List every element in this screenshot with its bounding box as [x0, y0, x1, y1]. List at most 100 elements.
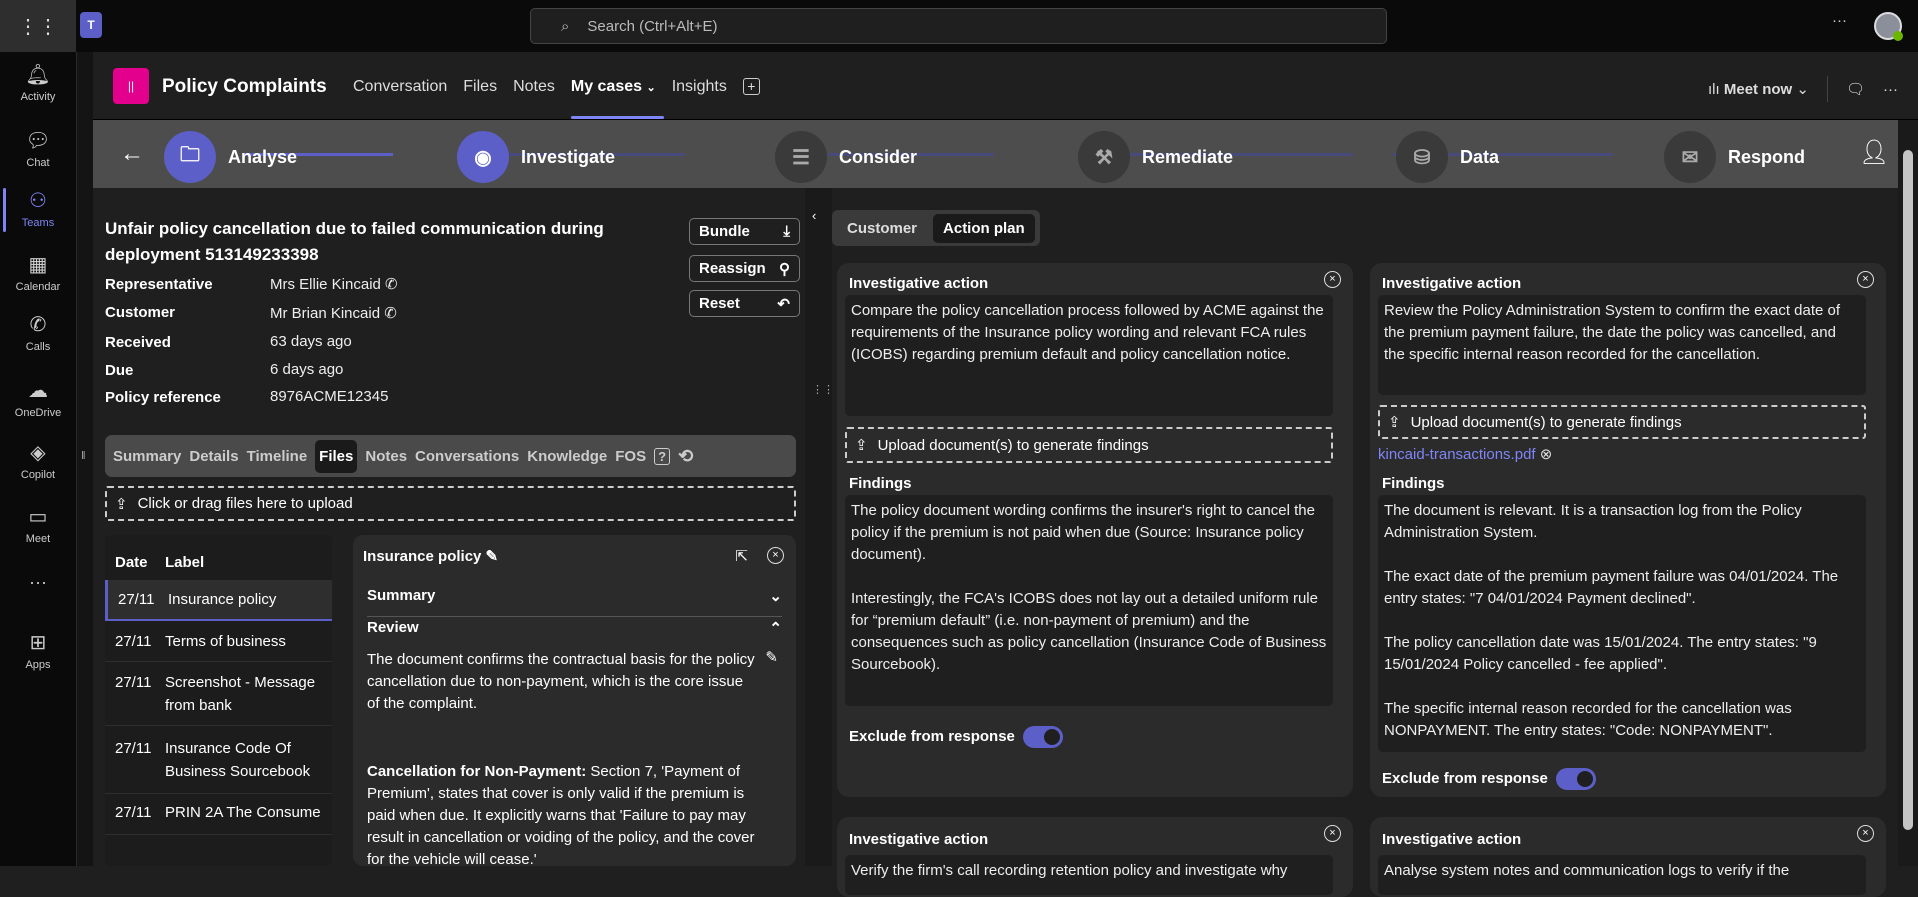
back-arrow-icon[interactable]: ← [120, 140, 144, 168]
scrollbar-thumb[interactable] [1903, 150, 1913, 830]
phone-icon[interactable]: ✆ [384, 305, 397, 322]
review-accordion[interactable]: Review ⌃ [367, 619, 782, 649]
step-analyse[interactable]: 🗀 Analyse [164, 131, 297, 183]
rail-calendar[interactable]: ▦ Calendar [0, 252, 76, 293]
upload-findings-button[interactable]: ⇪ Upload document(s) to generate findings [1378, 405, 1866, 439]
tab-fos[interactable]: FOS [615, 448, 646, 465]
remove-attachment-icon[interactable]: ⊗ [1540, 446, 1553, 463]
scrollbar[interactable] [1898, 120, 1918, 866]
action-card: Investigative action × Review the Policy… [1370, 263, 1886, 797]
file-row[interactable]: 27/11 Insurance policy [105, 580, 332, 621]
action-textarea[interactable]: Review the Policy Administration System … [1378, 295, 1866, 395]
case-title: Unfair policy cancellation due to failed… [105, 219, 604, 264]
findings-textarea[interactable]: The policy document wording confirms the… [845, 495, 1333, 706]
rail-copilot[interactable]: ◈ Copilot [0, 440, 76, 481]
tab-notes[interactable]: Notes [365, 448, 407, 465]
tab-conversations[interactable]: Conversations [415, 448, 519, 465]
received-value: 63 days ago [270, 333, 352, 350]
edit-icon[interactable]: ✎ [486, 548, 499, 565]
action-textarea[interactable]: Verify the firm's call recording retenti… [845, 855, 1333, 895]
avatar[interactable] [1874, 12, 1903, 41]
chat-bubble-icon[interactable]: 🗨︎ [1846, 80, 1865, 98]
tab-action-plan[interactable]: Action plan [933, 213, 1035, 243]
view-toggle: Customer Action plan [832, 210, 1040, 246]
add-tab-icon[interactable]: + [742, 78, 760, 95]
step-investigate[interactable]: ◉ Investigate [457, 131, 615, 183]
bundle-button[interactable]: Bundle ⤓ [689, 218, 800, 245]
app-header: || Policy Complaints Conversation Files … [93, 52, 1918, 120]
pane-splitter[interactable]: ‹ ⋮⋮ [805, 188, 834, 866]
step-respond[interactable]: ✉ Respond [1664, 131, 1805, 183]
person-icon[interactable]: 👤︎ [1859, 138, 1889, 167]
action-card: Investigative action × Verify the firm's… [837, 817, 1353, 897]
file-row[interactable]: 27/11 Terms of business [105, 622, 332, 662]
due-value: 6 days ago [270, 361, 344, 378]
close-icon[interactable]: × [1857, 271, 1874, 288]
upload-findings-button[interactable]: ⇪ Upload document(s) to generate findings [845, 427, 1333, 463]
collapse-chevron-icon[interactable]: ‹ [812, 208, 816, 223]
action-textarea[interactable]: Compare the policy cancellation process … [845, 295, 1333, 416]
file-upload-dropzone[interactable]: ⇪ Click or drag files here to upload [105, 486, 796, 521]
app-launcher-icon[interactable]: ⋮⋮ [0, 0, 76, 52]
exclude-toggle[interactable] [1022, 726, 1063, 748]
person-icon: ⚲ [779, 261, 790, 278]
tab-timeline[interactable]: Timeline [247, 448, 308, 465]
tab-insights[interactable]: Insights [672, 78, 727, 96]
rail-onedrive[interactable]: ☁ OneDrive [0, 378, 76, 419]
tab-details[interactable]: Details [189, 448, 238, 465]
tab-notes[interactable]: Notes [513, 78, 555, 96]
field-label: Due [105, 362, 134, 379]
close-icon[interactable]: × [767, 547, 784, 564]
exclude-toggle[interactable] [1555, 768, 1596, 790]
chevron-up-icon: ⌃ [769, 620, 782, 637]
step-consider[interactable]: ☰ Consider [775, 131, 917, 183]
rail-calls[interactable]: ✆ Calls [0, 312, 76, 353]
rail-resize-handle[interactable]: ‖ [76, 52, 93, 866]
grip-icon[interactable]: ⋮⋮ [812, 383, 834, 396]
more-icon[interactable]: ··· [1832, 12, 1847, 29]
phone-icon[interactable]: ✆ [385, 276, 398, 293]
edit-review-icon[interactable]: ✎ [765, 648, 778, 666]
policy-reference-value: 8976ACME12345 [270, 388, 389, 405]
reset-button[interactable]: Reset ↶ [689, 290, 800, 317]
reassign-button[interactable]: Reassign ⚲ [689, 255, 800, 282]
upload-file-icon: ⇪ [855, 437, 868, 454]
rail-activity[interactable]: 🔔︎ Activity [0, 62, 76, 103]
eye-icon: ◉ [457, 131, 509, 183]
history-icon[interactable]: ⟲ [678, 446, 693, 467]
tab-my-cases[interactable]: My cases ⌄ [570, 78, 664, 119]
more-options-icon[interactable]: ··· [1883, 81, 1898, 98]
upload-file-icon: ⇪ [115, 495, 128, 513]
rail-chat[interactable]: 💬︎ Chat [0, 128, 76, 169]
file-row[interactable]: 27/11 Screenshot - Message from bank [105, 663, 332, 726]
tab-knowledge[interactable]: Knowledge [527, 448, 607, 465]
summary-accordion[interactable]: Summary ⌄ [367, 587, 782, 617]
meet-now-button[interactable]: ılı Meet now ⌄ [1708, 80, 1809, 98]
divider [1826, 76, 1828, 102]
document-title: Insurance policy ✎ [363, 548, 499, 565]
search-input[interactable]: ⌕ Search (Ctrl+Alt+E) [530, 8, 1387, 44]
case-tabs: Summary Details Timeline Files Notes Con… [105, 435, 796, 477]
file-row[interactable]: 27/11 Insurance Code Of Business Sourcebo… [105, 727, 332, 794]
close-icon[interactable]: × [1324, 825, 1341, 842]
tab-files[interactable]: Files [315, 439, 358, 473]
tab-conversation[interactable]: Conversation [353, 78, 447, 96]
help-icon[interactable]: ? [654, 447, 671, 465]
attachment-link[interactable]: kincaid-transactions.pdf ⊗ [1378, 445, 1552, 463]
step-remediate[interactable]: ⚒ Remediate [1078, 131, 1233, 183]
close-icon[interactable]: × [1324, 271, 1341, 288]
file-row[interactable]: 27/11PRIN 2A The Consume Duty [105, 791, 332, 835]
tab-summary[interactable]: Summary [113, 448, 181, 465]
rail-meet[interactable]: ▭ Meet [0, 504, 76, 545]
tab-customer[interactable]: Customer [837, 214, 927, 243]
rail-apps[interactable]: ⊞ Apps [0, 630, 76, 671]
file-list: Date Label 27/11 Insurance policy 27/11 Ter… [105, 535, 332, 866]
step-data[interactable]: ⛁ Data [1396, 131, 1499, 183]
rail-teams[interactable]: ⚇ Teams [0, 188, 76, 232]
open-external-icon[interactable]: ⇱ [735, 547, 748, 565]
close-icon[interactable]: × [1857, 825, 1874, 842]
findings-textarea[interactable]: The document is relevant. It is a transa… [1378, 495, 1866, 752]
action-textarea[interactable]: Analyse system notes and communication l… [1378, 855, 1866, 895]
rail-more-icon[interactable]: ··· [0, 572, 76, 593]
tab-files[interactable]: Files [463, 78, 497, 96]
